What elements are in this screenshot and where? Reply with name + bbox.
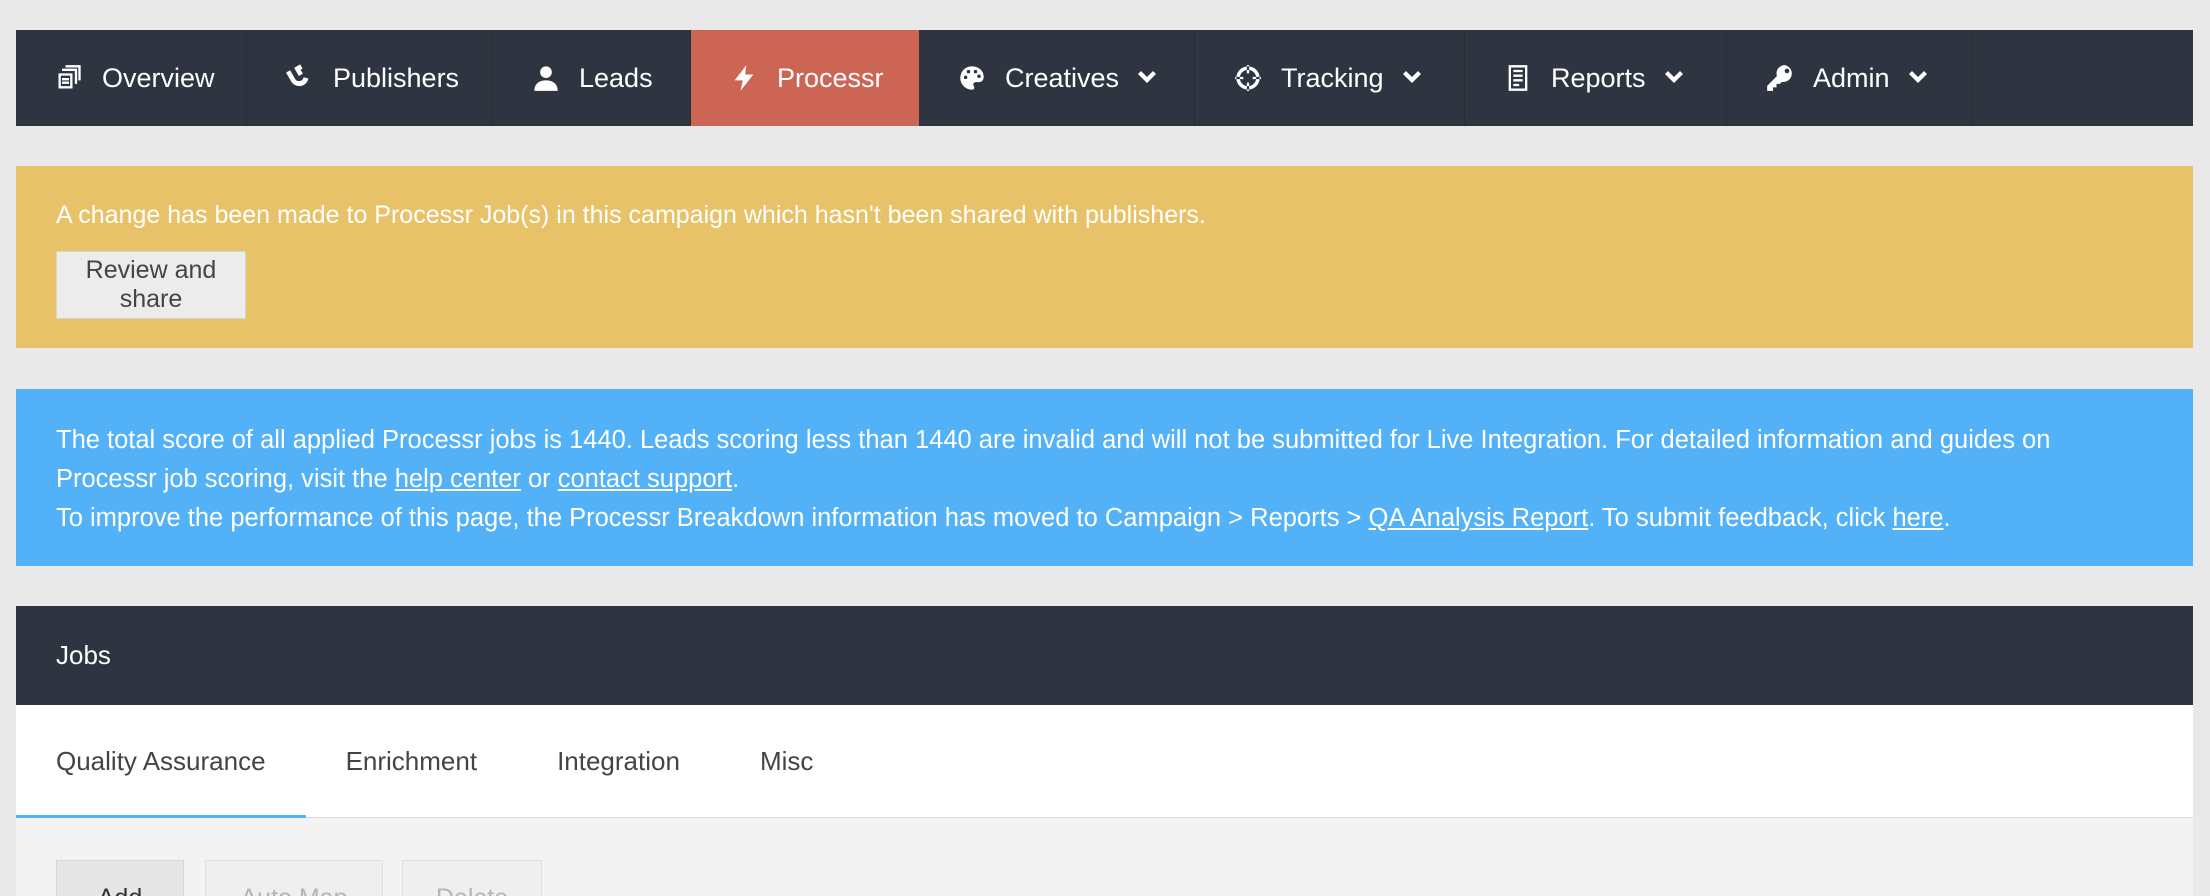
key-icon bbox=[1765, 63, 1795, 93]
info-text: or bbox=[520, 465, 558, 493]
nav-item-processr[interactable]: Processr bbox=[691, 30, 919, 126]
tab-integration[interactable]: Integration bbox=[517, 705, 720, 818]
auto-map-button[interactable]: Auto Map bbox=[205, 860, 383, 896]
review-and-share-button[interactable]: Review and share bbox=[56, 251, 246, 319]
nav-label: Leads bbox=[579, 62, 653, 93]
qa-analysis-report-link[interactable]: QA Analysis Report bbox=[1369, 504, 1589, 532]
help-center-link[interactable]: help center bbox=[395, 465, 521, 493]
info-text: To improve the performance of this page,… bbox=[56, 504, 1369, 532]
main-nav: Overview Publishers Leads Processr Creat… bbox=[16, 30, 2193, 126]
nav-label: Reports bbox=[1551, 62, 1646, 93]
crosshairs-icon bbox=[1233, 63, 1263, 93]
info-line-1: The total score of all applied Processr … bbox=[56, 421, 2153, 499]
overview-icon bbox=[54, 63, 84, 93]
nav-item-overview[interactable]: Overview bbox=[16, 30, 247, 126]
contact-support-link[interactable]: contact support bbox=[558, 465, 732, 493]
add-button[interactable]: Add bbox=[56, 860, 184, 896]
palette-icon bbox=[957, 63, 987, 93]
tab-quality-assurance[interactable]: Quality Assurance bbox=[16, 705, 306, 819]
nav-item-tracking[interactable]: Tracking bbox=[1195, 30, 1465, 126]
alert-message: A change has been made to Processr Job(s… bbox=[56, 201, 1206, 229]
info-line-2: To improve the performance of this page,… bbox=[56, 499, 2153, 538]
jobs-panel-header: Jobs bbox=[16, 606, 2193, 705]
chevron-down-icon bbox=[1906, 66, 1930, 90]
info-text: The total score of all applied Processr … bbox=[56, 426, 2051, 493]
nav-item-reports[interactable]: Reports bbox=[1465, 30, 1727, 126]
info-text: . bbox=[1943, 504, 1951, 532]
delete-button[interactable]: Delete bbox=[402, 860, 542, 896]
nav-label: Admin bbox=[1813, 62, 1890, 93]
jobs-toolbar: Add Auto Map Delete bbox=[16, 818, 2193, 896]
nav-item-admin[interactable]: Admin bbox=[1727, 30, 1973, 126]
jobs-tabs: Quality Assurance Enrichment Integration… bbox=[16, 705, 2193, 819]
unshared-changes-alert: A change has been made to Processr Job(s… bbox=[16, 166, 2193, 348]
nav-label: Publishers bbox=[333, 62, 460, 93]
tab-enrichment[interactable]: Enrichment bbox=[306, 705, 518, 818]
report-icon bbox=[1503, 63, 1533, 93]
feedback-here-link[interactable]: here bbox=[1892, 504, 1943, 532]
chevron-down-icon bbox=[1662, 66, 1686, 90]
nav-item-leads[interactable]: Leads bbox=[493, 30, 691, 126]
chevron-down-icon bbox=[1135, 66, 1159, 90]
nav-label: Tracking bbox=[1281, 62, 1384, 93]
nav-label: Processr bbox=[777, 62, 884, 93]
jobs-title: Jobs bbox=[56, 640, 111, 670]
nav-item-creatives[interactable]: Creatives bbox=[919, 30, 1195, 126]
user-icon bbox=[531, 63, 561, 93]
bolt-icon bbox=[729, 63, 759, 93]
nav-label: Creatives bbox=[1005, 62, 1120, 93]
scoring-info-alert: The total score of all applied Processr … bbox=[16, 389, 2193, 566]
tab-misc[interactable]: Misc bbox=[720, 705, 853, 818]
nav-item-publishers[interactable]: Publishers bbox=[247, 30, 493, 126]
nav-label: Overview bbox=[102, 62, 215, 93]
info-text: . bbox=[732, 465, 740, 493]
info-text: . To submit feedback, click bbox=[1588, 504, 1893, 532]
magnet-icon bbox=[285, 63, 315, 93]
chevron-down-icon bbox=[1400, 66, 1424, 90]
